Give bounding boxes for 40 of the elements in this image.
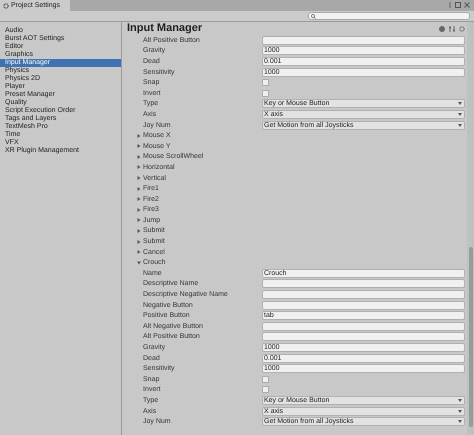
- input-field[interactable]: [262, 332, 465, 342]
- triangle-icon: [137, 197, 141, 202]
- input-field[interactable]: [262, 300, 465, 310]
- caret-icon: [458, 112, 462, 116]
- triangle-icon: [137, 186, 141, 191]
- triangle-icon: [137, 165, 141, 170]
- triangle-icon: [137, 218, 141, 222]
- checkbox[interactable]: [262, 90, 269, 97]
- triangle-icon: [137, 144, 141, 148]
- help-icon[interactable]: [439, 26, 445, 32]
- settings-icon[interactable]: [459, 26, 465, 32]
- caret-icon: [458, 398, 462, 402]
- triangle-icon: [137, 154, 141, 159]
- checkbox[interactable]: [262, 386, 269, 394]
- page-title: Input Manager: [127, 23, 202, 34]
- input-field[interactable]: [262, 290, 465, 300]
- scrollbar[interactable]: [467, 22, 474, 435]
- gear-icon: [3, 2, 9, 8]
- checkbox[interactable]: [262, 79, 269, 86]
- input-field[interactable]: [262, 36, 465, 45]
- triangle-icon: [137, 260, 141, 265]
- input-field[interactable]: [262, 279, 465, 288]
- input-field[interactable]: [262, 322, 465, 331]
- search-icon: [311, 14, 316, 18]
- search-field[interactable]: [308, 12, 470, 20]
- scrollbar-thumb[interactable]: [469, 247, 473, 427]
- triangle-icon: [137, 134, 141, 138]
- maximize-icon[interactable]: [455, 2, 461, 8]
- triangle-icon: [137, 176, 141, 180]
- close-icon[interactable]: [464, 2, 470, 8]
- triangle-icon: [137, 228, 141, 233]
- caret-icon: [458, 420, 462, 424]
- triangle-icon: [137, 208, 141, 212]
- triangle-icon: [137, 240, 141, 244]
- sliders-icon[interactable]: [449, 26, 455, 32]
- caret-icon: [458, 410, 462, 413]
- triangle-icon: [137, 250, 141, 254]
- checkbox[interactable]: [262, 376, 269, 383]
- caret-icon: [458, 102, 462, 106]
- caret-icon: [458, 124, 462, 127]
